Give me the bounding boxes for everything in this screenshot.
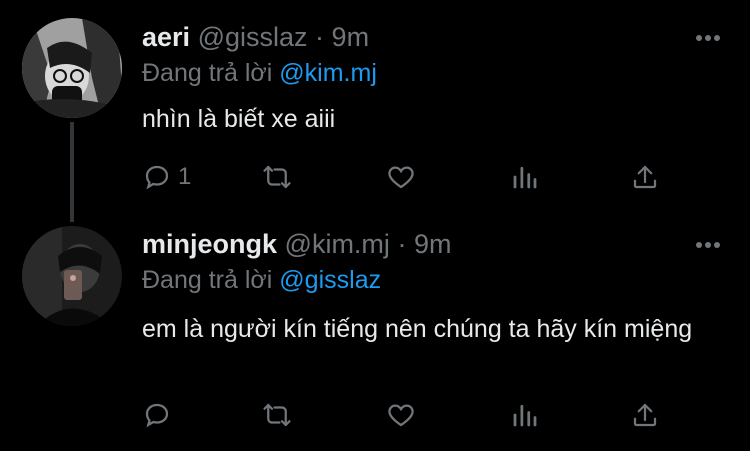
tweet-1[interactable]: aeri @gisslaz · 9m Đang trả lời @kim.mj … (0, 0, 750, 222)
avatar[interactable] (22, 18, 122, 118)
timestamp[interactable]: 9m (332, 22, 370, 52)
retweet-icon (263, 403, 291, 427)
reply-icon (145, 165, 169, 190)
share-icon (633, 403, 657, 427)
views-button[interactable] (510, 160, 540, 194)
replying-to-label: Đang trả lời (142, 266, 273, 294)
display-name[interactable]: aeri (142, 22, 190, 52)
like-button[interactable] (386, 398, 416, 432)
like-button[interactable] (386, 160, 416, 194)
tweet-2[interactable]: minjeongk @kim.mj · 9m Đang trả lời @gis… (0, 222, 750, 451)
views-button[interactable] (510, 398, 540, 432)
tweet-header: minjeongk @kim.mj · 9m (142, 227, 451, 261)
replying-to-mention[interactable]: @gisslaz (279, 266, 381, 294)
retweet-icon (263, 165, 291, 189)
heart-icon (388, 404, 414, 427)
thread-line (70, 122, 74, 222)
views-icon (513, 404, 537, 427)
avatar[interactable] (22, 226, 122, 326)
replying-to-mention[interactable]: @kim.mj (279, 59, 377, 87)
reply-count: 1 (178, 163, 192, 190)
retweet-button[interactable] (262, 160, 292, 194)
handle[interactable]: @gisslaz (198, 22, 308, 52)
heart-icon (388, 166, 414, 189)
views-icon (513, 166, 537, 189)
timestamp[interactable]: 9m (414, 229, 452, 259)
reply-button[interactable] (142, 398, 178, 432)
replying-to: Đang trả lời @kim.mj (142, 57, 377, 89)
tweet-text: nhìn là biết xe aiii (142, 105, 336, 133)
share-icon (633, 165, 657, 189)
retweet-button[interactable] (262, 398, 292, 432)
reply-button[interactable]: 1 (142, 160, 191, 194)
replying-to: Đang trả lời @gisslaz (142, 264, 381, 296)
replying-to-label: Đang trả lời (142, 59, 273, 87)
tweet-header: aeri @gisslaz · 9m (142, 20, 369, 54)
more-icon[interactable] (690, 235, 726, 255)
display-name[interactable]: minjeongk (142, 229, 277, 259)
more-icon[interactable] (690, 28, 726, 48)
share-button[interactable] (630, 398, 660, 432)
tweet-text: em là người kín tiếng nên chúng ta hãy k… (142, 315, 693, 343)
reply-icon (145, 403, 169, 428)
separator: · (397, 229, 407, 259)
separator: · (315, 22, 325, 52)
share-button[interactable] (630, 160, 660, 194)
handle[interactable]: @kim.mj (285, 229, 390, 259)
